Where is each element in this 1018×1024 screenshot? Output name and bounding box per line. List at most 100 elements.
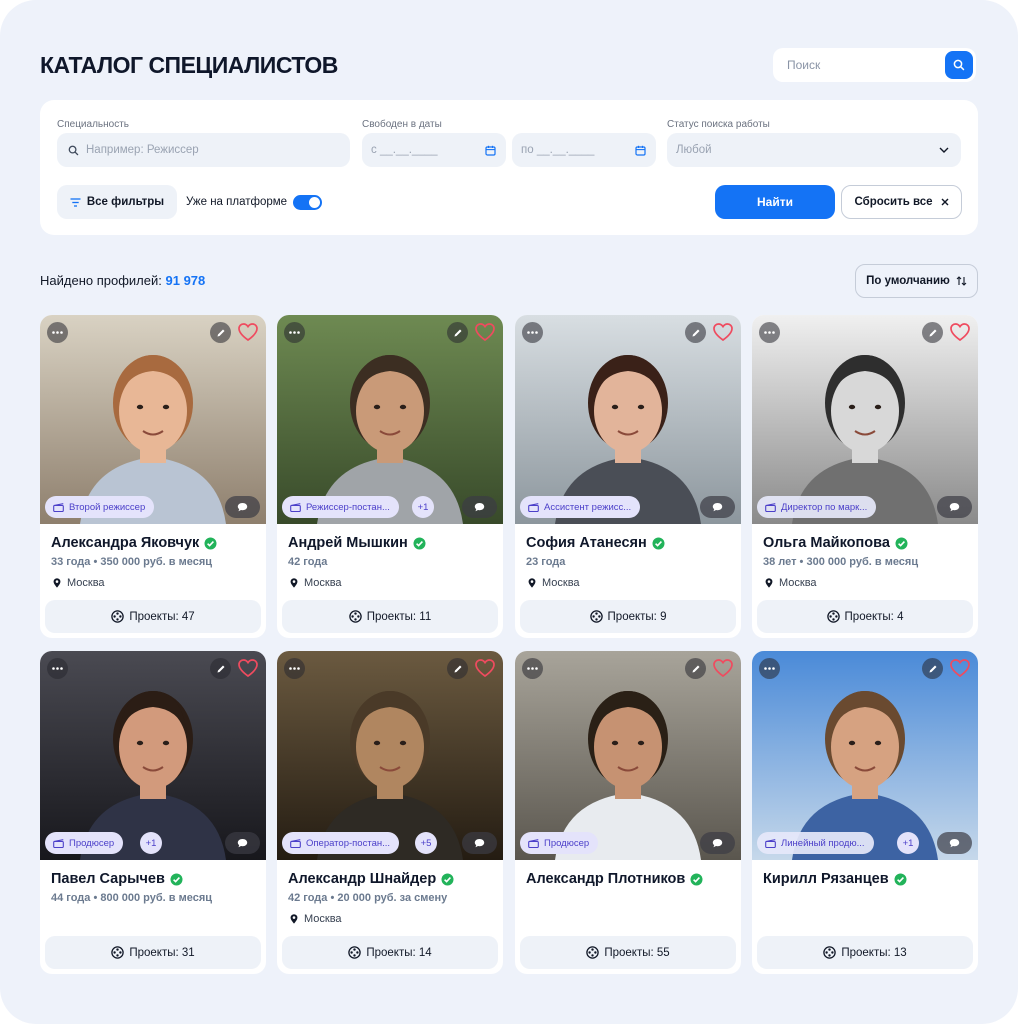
edit-button[interactable] (685, 658, 706, 679)
more-options-button[interactable] (284, 322, 305, 343)
projects-button[interactable]: Проекты: 9 (520, 600, 736, 633)
specialty-tag[interactable]: Ассистент режисс... (520, 496, 641, 518)
profile-photo[interactable] (277, 315, 503, 524)
find-button[interactable]: Найти (715, 185, 835, 219)
message-button[interactable] (937, 496, 972, 518)
specialist-card[interactable]: Ассистент режисс... София Атанесян 23 года… (515, 315, 741, 638)
favorite-button[interactable] (949, 657, 971, 679)
message-button[interactable] (462, 832, 497, 854)
reset-button[interactable]: Сбросить все (841, 185, 962, 219)
projects-count: Проекты: 4 (844, 610, 904, 623)
edit-button[interactable] (447, 322, 468, 343)
edit-button[interactable] (447, 658, 468, 679)
specialist-name[interactable]: Павел Сарычев (51, 871, 183, 887)
projects-button[interactable]: Проекты: 14 (282, 936, 498, 969)
more-options-button[interactable] (522, 658, 543, 679)
specialist-city: Москва (53, 577, 105, 589)
specialty-tag[interactable]: Оператор-постан... (282, 832, 400, 854)
more-options-button[interactable] (47, 658, 68, 679)
more-options-button[interactable] (47, 322, 68, 343)
search-input[interactable] (773, 58, 945, 72)
favorite-button[interactable] (237, 321, 259, 343)
more-options-button[interactable] (759, 658, 780, 679)
profile-photo[interactable] (40, 315, 266, 524)
edit-button[interactable] (922, 322, 943, 343)
specialist-card[interactable]: Линейный продю... +1 Кирилл Рязанцев Проект… (752, 651, 978, 974)
date-from-field[interactable]: с __.__.____ (362, 133, 506, 167)
specialist-name[interactable]: Александр Шнайдер (288, 871, 454, 887)
message-button[interactable] (937, 832, 972, 854)
search-button[interactable] (945, 51, 973, 79)
projects-button[interactable]: Проекты: 47 (45, 600, 261, 633)
edit-button[interactable] (922, 658, 943, 679)
filter-panel: Специальность Например: Режиссер Свободе… (40, 100, 978, 235)
favorite-button[interactable] (474, 321, 496, 343)
favorite-button[interactable] (712, 321, 734, 343)
specialist-name[interactable]: Кирилл Рязанцев (763, 871, 907, 887)
specialty-field[interactable]: Например: Режиссер (57, 133, 350, 167)
specialty-tag[interactable]: Директор по марк... (757, 496, 877, 518)
clapperboard-icon (528, 838, 539, 848)
specialty-tag[interactable]: Второй режиссер (45, 496, 155, 518)
specialty-tag[interactable]: Режиссер-постан... (282, 496, 399, 518)
specialist-card[interactable]: Оператор-постан... +5 Александр Шнайдер 42 … (277, 651, 503, 974)
projects-button[interactable]: Проекты: 11 (282, 600, 498, 633)
message-button[interactable] (700, 496, 735, 518)
more-options-button[interactable] (284, 658, 305, 679)
heart-icon (475, 323, 495, 342)
favorite-button[interactable] (474, 657, 496, 679)
results-prefix: Найдено профилей: (40, 273, 162, 288)
specialist-card[interactable]: Продюсер Александр Плотников Проекты: 55 (515, 651, 741, 974)
profile-photo[interactable] (515, 651, 741, 860)
specialty-tag-label: Оператор-постан... (306, 837, 391, 849)
favorite-button[interactable] (712, 657, 734, 679)
more-options-button[interactable] (759, 322, 780, 343)
all-filters-button[interactable]: Все фильтры (57, 185, 177, 219)
specialist-name[interactable]: Ольга Майкопова (763, 535, 908, 551)
edit-button[interactable] (685, 322, 706, 343)
extra-tags-badge[interactable]: +1 (412, 496, 434, 518)
projects-button[interactable]: Проекты: 31 (45, 936, 261, 969)
specialist-name[interactable]: Андрей Мышкин (288, 535, 426, 551)
edit-button[interactable] (210, 322, 231, 343)
specialist-name[interactable]: Александра Яковчук (51, 535, 217, 551)
edit-button[interactable] (210, 658, 231, 679)
projects-count: Проекты: 47 (129, 610, 195, 623)
profile-photo[interactable] (277, 651, 503, 860)
favorite-button[interactable] (237, 657, 259, 679)
projects-button[interactable]: Проекты: 55 (520, 936, 736, 969)
sort-button[interactable]: По умолчанию (855, 264, 978, 298)
date-to-field[interactable]: по __.__.____ (512, 133, 656, 167)
profile-photo[interactable] (752, 651, 978, 860)
more-dots-icon (289, 667, 300, 670)
specialist-name[interactable]: Александр Плотников (526, 871, 703, 887)
profile-photo[interactable] (752, 315, 978, 524)
message-button[interactable] (225, 496, 260, 518)
specialty-tag[interactable]: Продюсер (520, 832, 599, 854)
extra-tags-badge[interactable]: +1 (140, 832, 162, 854)
clapperboard-icon (290, 838, 301, 848)
heart-icon (713, 659, 733, 678)
sort-icon (956, 276, 967, 286)
profile-photo[interactable] (515, 315, 741, 524)
specialty-tag[interactable]: Линейный продю... (757, 832, 874, 854)
status-select[interactable]: Любой (667, 133, 961, 167)
extra-tags-badge[interactable]: +1 (897, 832, 919, 854)
more-options-button[interactable] (522, 322, 543, 343)
extra-tags-badge[interactable]: +5 (415, 832, 437, 854)
message-button[interactable] (462, 496, 497, 518)
specialist-card[interactable]: Второй режиссер Александра Яковчук 33 года… (40, 315, 266, 638)
message-button[interactable] (225, 832, 260, 854)
profile-photo[interactable] (40, 651, 266, 860)
specialist-card[interactable]: Продюсер +1 Павел Сарычев 44 года • 800 000… (40, 651, 266, 974)
specialist-card[interactable]: Режиссер-постан... +1 Андрей Мышкин 42 года… (277, 315, 503, 638)
specialist-city: Москва (290, 913, 342, 925)
specialist-card[interactable]: Директор по марк... Ольга Майкопова 38 лет… (752, 315, 978, 638)
projects-button[interactable]: Проекты: 13 (757, 936, 973, 969)
on-platform-toggle[interactable] (293, 194, 323, 210)
favorite-button[interactable] (949, 321, 971, 343)
specialist-name[interactable]: София Атанесян (526, 535, 665, 551)
projects-button[interactable]: Проекты: 4 (757, 600, 973, 633)
specialty-tag[interactable]: Продюсер (45, 832, 124, 854)
message-button[interactable] (700, 832, 735, 854)
